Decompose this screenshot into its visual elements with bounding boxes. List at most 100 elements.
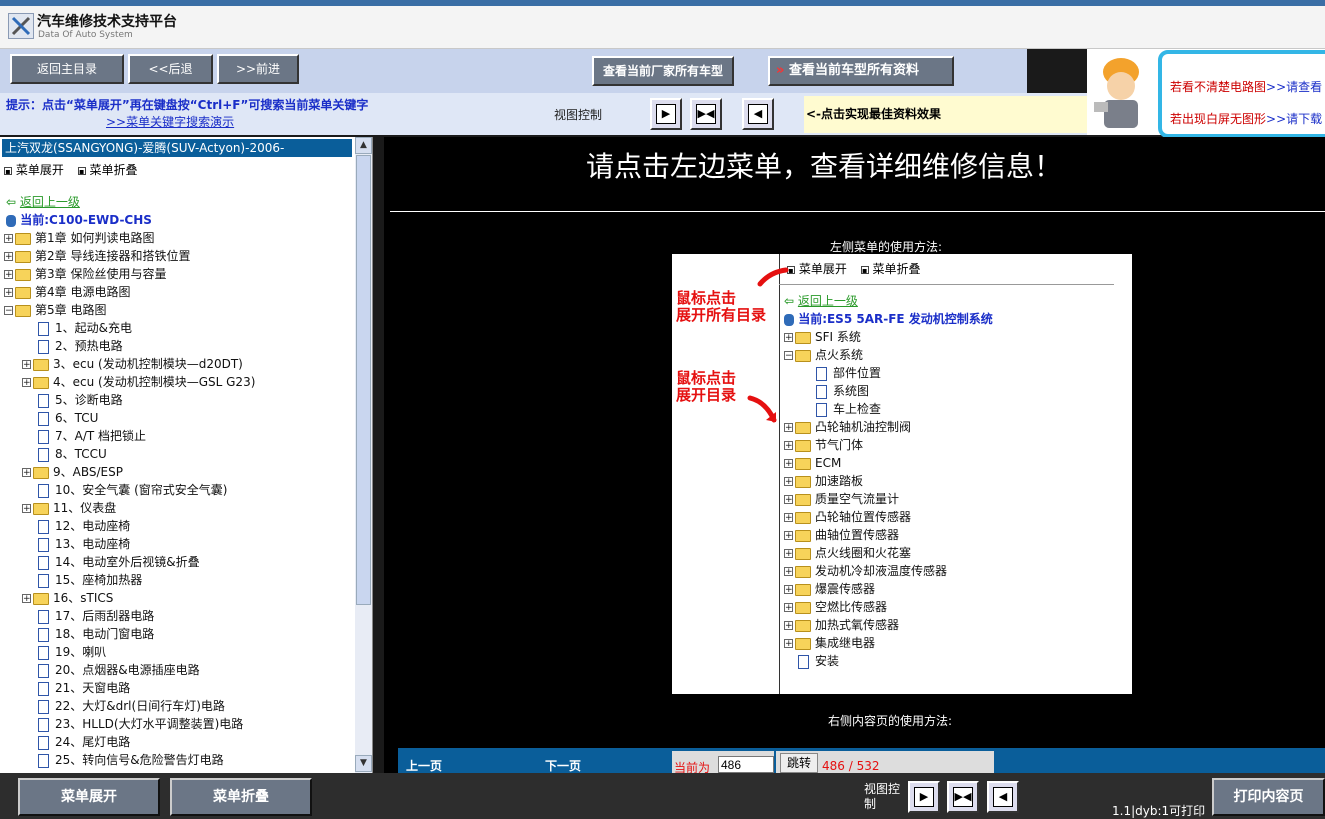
tree-doc-item[interactable]: 17、后雨刮器电路: [38, 607, 154, 625]
expand-toggle-icon[interactable]: +: [22, 360, 31, 370]
tree-item-label: 23、HLLD(大灯水平调整装置)电路: [55, 717, 244, 731]
view-all-data-button[interactable]: » 查看当前车型所有资料: [768, 56, 954, 86]
tree-doc-item[interactable]: 21、天窗电路: [38, 679, 130, 697]
tree-doc-item[interactable]: 15、座椅加热器: [38, 571, 142, 589]
tree-doc-item[interactable]: 19、喇叭: [38, 643, 106, 661]
expand-toggle-icon[interactable]: +: [4, 252, 13, 262]
bottom-collapse-button[interactable]: 菜单折叠: [170, 778, 312, 816]
tree-doc-item[interactable]: 14、电动室外后视镜&折叠: [38, 553, 200, 571]
demo-item-label: 曲轴位置传感器: [815, 528, 900, 542]
view-both-button[interactable]: ▶◀: [690, 98, 722, 130]
tree-doc-item[interactable]: 2、预热电路: [38, 337, 123, 355]
scroll-down-icon[interactable]: ▼: [355, 755, 372, 772]
demo-item-label: 发动机冷却液温度传感器: [815, 564, 948, 578]
forward-button[interactable]: >>前进: [217, 54, 299, 84]
search-demo-link[interactable]: >>菜单关键字搜索演示: [106, 113, 234, 130]
tree-doc-item[interactable]: 1、起动&充电: [38, 319, 132, 337]
scroll-thumb[interactable]: [356, 155, 371, 605]
tree-chapter[interactable]: + 第2章 导线连接器和搭铁位置: [4, 247, 190, 265]
tree-doc-item[interactable]: 7、A/T 档把锁止: [38, 427, 146, 445]
tree-collapse-link[interactable]: 菜单折叠: [90, 163, 138, 177]
tree-folder-item[interactable]: +4、ecu (发动机控制模块—GSL G23): [22, 373, 255, 391]
tree-chapter[interactable]: + 第4章 电源电路图: [4, 283, 130, 301]
tree-folder-item[interactable]: +3、ecu (发动机控制模块—d20DT): [22, 355, 243, 373]
tree-folder-item[interactable]: +16、sTICS: [22, 589, 113, 607]
demo-folder-item: + 节气门体: [784, 436, 863, 454]
arrow-right-icon: ▶: [914, 787, 934, 807]
expand-toggle-icon[interactable]: +: [22, 378, 31, 388]
expand-toggle-icon[interactable]: +: [22, 594, 31, 604]
tree-folder-item[interactable]: +9、ABS/ESP: [22, 463, 123, 481]
tip-blurry-link[interactable]: >>请查看: [1266, 80, 1322, 94]
tree-doc-item[interactable]: 18、电动门窗电路: [38, 625, 154, 643]
collapse-toggle-icon[interactable]: −: [4, 306, 13, 316]
current-node: 当前:C100-EWD-CHS: [6, 211, 152, 228]
expand-toggle-icon[interactable]: +: [4, 270, 13, 280]
tree-chapter[interactable]: + 第1章 如何判读电路图: [4, 229, 154, 247]
print-button[interactable]: 打印内容页: [1212, 778, 1325, 816]
scroll-up-icon[interactable]: ▲: [355, 137, 372, 154]
tip-blurry: 若看不清楚电路图>>请查看: [1170, 78, 1322, 95]
bottom-view-right-button[interactable]: ▶: [908, 781, 940, 813]
demo-item-label: 部件位置: [833, 366, 882, 380]
expand-toggle-icon[interactable]: +: [22, 504, 31, 514]
folder-icon: [795, 619, 811, 632]
demo-doc-item: 车上检查: [816, 400, 881, 418]
back-button[interactable]: <<后退: [128, 54, 213, 84]
document-icon: [816, 384, 827, 399]
view-right-button[interactable]: ▶: [650, 98, 682, 130]
view-left-button[interactable]: ◀: [742, 98, 774, 130]
demo-item-label: 系统图: [833, 384, 870, 398]
tree-doc-item[interactable]: 5、诊断电路: [38, 391, 123, 409]
tip-blank-link[interactable]: >>请下载: [1266, 112, 1322, 126]
red-arrow-icon: [747, 395, 777, 423]
expand-toggle-icon[interactable]: +: [4, 234, 13, 244]
tree-doc-item[interactable]: 24、尾灯电路: [38, 733, 130, 751]
tree-doc-item[interactable]: 23、HLLD(大灯水平调整装置)电路: [38, 715, 243, 733]
page-number-input[interactable]: [718, 756, 774, 773]
bottom-view-control-label: 视图控制: [864, 782, 901, 811]
bottom-expand-button[interactable]: 菜单展开: [18, 778, 160, 816]
tree-chapter[interactable]: + 第3章 保险丝使用与容量: [4, 265, 166, 283]
back-up-row[interactable]: ⇦ 返回上一级: [6, 193, 80, 210]
mechanic-mascot-icon: [1092, 54, 1150, 132]
view-all-models-button[interactable]: 查看当前厂家所有车型: [592, 56, 734, 86]
content-title: 请点击左边菜单，查看详细维修信息！: [585, 150, 1062, 183]
tree-doc-item[interactable]: 22、大灯&drl(日间行车灯)电路: [38, 697, 225, 715]
demo-item-label: 空燃比传感器: [815, 600, 888, 614]
expand-toggle-icon: +: [784, 459, 793, 469]
tip-blurry-text: 若看不清楚电路图: [1170, 80, 1267, 94]
tree-doc-item[interactable]: 6、TCU: [38, 409, 98, 427]
app-subtitle: Data Of Auto System: [38, 30, 133, 40]
tree-item-label: 14、电动室外后视镜&折叠: [55, 555, 200, 569]
main-menu-button[interactable]: 返回主目录: [10, 54, 124, 84]
tree-doc-item[interactable]: 20、点烟器&电源插座电路: [38, 661, 200, 679]
document-icon: [38, 735, 49, 750]
back-up-link[interactable]: 返回上一级: [20, 195, 80, 209]
bottom-view-both-button[interactable]: ▶◀: [947, 781, 979, 813]
tree-folder-item[interactable]: +11、仪表盘: [22, 499, 116, 517]
demo-controls: ▪ 菜单展开 ▪ 菜单折叠: [787, 260, 921, 277]
tree-item-label: 5、诊断电路: [55, 393, 123, 407]
folder-icon: [795, 421, 811, 434]
expand-toggle-icon[interactable]: +: [4, 288, 13, 298]
expand-toggle-icon: +: [784, 603, 793, 613]
tree-doc-item[interactable]: 12、电动座椅: [38, 517, 130, 535]
prev-page-link[interactable]: 上一页: [406, 757, 442, 774]
folder-icon: [795, 439, 811, 452]
computer-icon: [6, 214, 16, 227]
jump-button[interactable]: 跳转: [780, 753, 818, 773]
tree-doc-item[interactable]: 10、安全气囊 (窗帘式安全气囊): [38, 481, 227, 499]
tree-item-label: 19、喇叭: [55, 645, 107, 659]
tree-doc-item[interactable]: 25、转向信号&危险警告灯电路: [38, 751, 224, 769]
expand-toggle-icon[interactable]: +: [22, 468, 31, 478]
tree-doc-item[interactable]: 13、电动座椅: [38, 535, 130, 553]
tree-item-label: 20、点烟器&电源插座电路: [55, 663, 200, 677]
tree-chapter[interactable]: − 第5章 电路图: [4, 301, 106, 319]
demo-folder-item: + 质量空气流量计: [784, 490, 899, 508]
tree-expand-link[interactable]: 菜单展开: [16, 163, 64, 177]
tree-controls: ▪ 菜单展开 ▪ 菜单折叠: [4, 161, 138, 178]
bottom-view-left-button[interactable]: ◀: [987, 781, 1019, 813]
tree-doc-item[interactable]: 8、TCCU: [38, 445, 107, 463]
next-page-link[interactable]: 下一页: [545, 757, 581, 774]
